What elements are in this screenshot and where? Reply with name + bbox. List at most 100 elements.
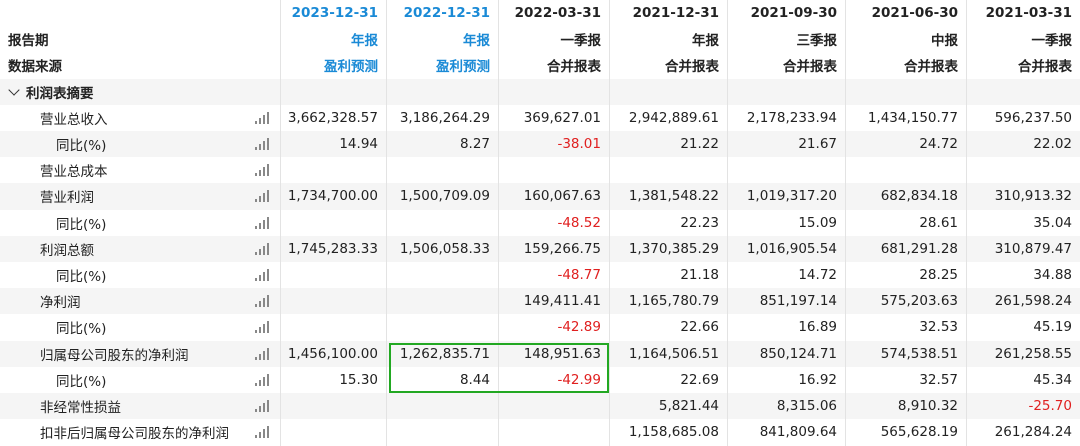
table-cell: 574,538.51	[880, 345, 958, 362]
data-source-label: 数据来源	[0, 52, 280, 78]
table-row: 扣非后归属母公司股东的净利润 1,158,685.08 841,809.64 565,…	[0, 419, 1080, 445]
table-row: 非经常性损益 5,821.44 8,315.06 8,910.32 -25.70	[0, 393, 1080, 420]
bar-chart-icon[interactable]	[255, 216, 271, 229]
bar-chart-icon[interactable]	[255, 242, 271, 255]
table-cell: 3,186,264.29	[399, 109, 490, 126]
data-source: 合并报表	[547, 59, 601, 76]
table-cell: 2,178,233.94	[746, 109, 837, 126]
column-date[interactable]: 2022-12-31	[386, 0, 498, 26]
table-row: 营业总收入 3,662,328.57 3,186,264.29 369,627.01 2…	[0, 105, 1080, 131]
table-cell: 16.92	[798, 371, 837, 388]
bar-chart-icon[interactable]	[255, 111, 271, 124]
table-cell: 310,879.47	[994, 240, 1072, 257]
row-label-text: 归属母公司股东的净利润	[40, 347, 189, 364]
table-cell: 14.72	[798, 267, 837, 284]
report-type: 三季报	[796, 33, 838, 50]
table-cell: 22.23	[680, 214, 719, 231]
column-date: 2021-06-30	[871, 5, 958, 22]
table-cell: 3,662,328.57	[287, 109, 378, 126]
table-cell: 261,284.24	[994, 424, 1072, 441]
table-row: 同比(%) -42.89 22.66 16.89 32.53 45.19	[0, 314, 1080, 340]
table-cell: 160,067.63	[523, 188, 601, 205]
table-cell: 32.57	[919, 371, 958, 388]
bar-chart-icon[interactable]	[255, 164, 271, 177]
table-cell: -38.01	[557, 136, 601, 153]
table-row: 归属母公司股东的净利润 1,456,100.00 1,262,835.71 148,9…	[0, 340, 1080, 367]
data-source: 合并报表	[1018, 59, 1072, 76]
report-type: 年报	[463, 33, 490, 50]
table-cell: 32.53	[919, 319, 958, 336]
bar-chart-icon[interactable]	[255, 321, 271, 334]
empty-cell	[280, 79, 386, 105]
table-cell: 8,910.32	[897, 398, 958, 415]
row-label-text: 营业总收入	[40, 111, 108, 128]
table-cell: 15.09	[798, 214, 837, 231]
bar-chart-icon[interactable]	[255, 138, 271, 150]
table-row: 同比(%) 14.94 8.27 -38.01 21.22 21.67 24.72 22.02	[0, 131, 1080, 158]
table-cell: -42.89	[557, 319, 601, 336]
table-cell	[280, 288, 386, 314]
bar-chart-icon[interactable]	[255, 347, 271, 360]
table-cell: 1,016,905.54	[746, 240, 837, 257]
table-cell: 261,598.24	[994, 293, 1072, 310]
column-date: 2021-03-31	[985, 5, 1072, 22]
column-divider	[280, 0, 281, 446]
table-row: 净利润 149,411.41 1,165,780.79 851,197.14 575,2…	[0, 288, 1080, 315]
table-cell: 565,628.19	[880, 424, 958, 441]
bar-chart-icon[interactable]	[255, 269, 271, 281]
row-label: 同比(%)	[0, 131, 280, 157]
row-label: 同比(%)	[0, 367, 280, 393]
table-cell: 28.61	[919, 214, 958, 231]
column-divider	[727, 0, 728, 446]
table-row: 营业利润 1,734,700.00 1,500,709.09 160,067.63 1,…	[0, 183, 1080, 210]
bar-chart-icon[interactable]	[255, 190, 271, 203]
row-label-text: 同比(%)	[56, 321, 107, 338]
data-source: 合并报表	[665, 59, 719, 76]
bar-chart-icon[interactable]	[255, 295, 271, 308]
table-cell: 682,834.18	[880, 188, 958, 205]
column-date[interactable]: 2023-12-31	[280, 0, 386, 26]
row-label: 营业总收入	[0, 105, 280, 131]
table-cell: 1,158,685.08	[628, 424, 719, 441]
row-label-text: 利润总额	[40, 242, 94, 259]
table-cell: 310,913.32	[994, 188, 1072, 205]
report-type: 年报	[351, 33, 378, 50]
table-cell: 369,627.01	[523, 109, 601, 126]
table-cell	[280, 262, 386, 288]
empty-cell	[845, 79, 966, 105]
table-row: 同比(%) 15.30 8.44 -42.99 22.69 16.92 32.57 45.34	[0, 367, 1080, 393]
row-label: 同比(%)	[0, 262, 280, 288]
row-label-text: 同比(%)	[56, 373, 107, 390]
table-cell: 1,456,100.00	[287, 345, 378, 362]
chevron-down-icon[interactable]	[8, 84, 20, 96]
report-type: 一季报	[560, 33, 602, 50]
row-label: 营业利润	[0, 183, 280, 209]
table-cell: 8.27	[459, 136, 490, 153]
column-divider	[609, 0, 610, 446]
row-label-text: 净利润	[40, 295, 81, 312]
bar-chart-icon[interactable]	[255, 373, 271, 386]
table-row: 营业总成本	[0, 157, 1080, 183]
table-cell: -48.77	[557, 267, 601, 284]
table-cell: 841,809.64	[759, 424, 837, 441]
empty-cell	[727, 79, 845, 105]
table-cell: 2,942,889.61	[628, 109, 719, 126]
report-type: 中报	[931, 33, 958, 50]
table-cell: 1,434,150.77	[867, 109, 958, 126]
table-cell	[280, 419, 386, 445]
header-corner	[0, 0, 280, 26]
bar-chart-icon[interactable]	[255, 400, 271, 412]
column-divider	[386, 0, 387, 446]
table-cell	[386, 419, 498, 445]
bar-chart-icon[interactable]	[255, 426, 271, 439]
table-cell: 45.19	[1033, 319, 1072, 336]
table-row: 同比(%) -48.52 22.23 15.09 28.61 35.04	[0, 210, 1080, 236]
table-cell: 1,370,385.29	[628, 240, 719, 257]
table-cell: -25.70	[1028, 398, 1072, 415]
column-date: 2021-12-31	[632, 5, 719, 22]
table-cell: 148,951.63	[523, 345, 601, 362]
table-cell: 149,411.41	[523, 293, 601, 310]
table-cell: 575,203.63	[880, 293, 958, 310]
row-label: 同比(%)	[0, 314, 280, 340]
section-toggle[interactable]: 利润表摘要	[0, 79, 280, 105]
